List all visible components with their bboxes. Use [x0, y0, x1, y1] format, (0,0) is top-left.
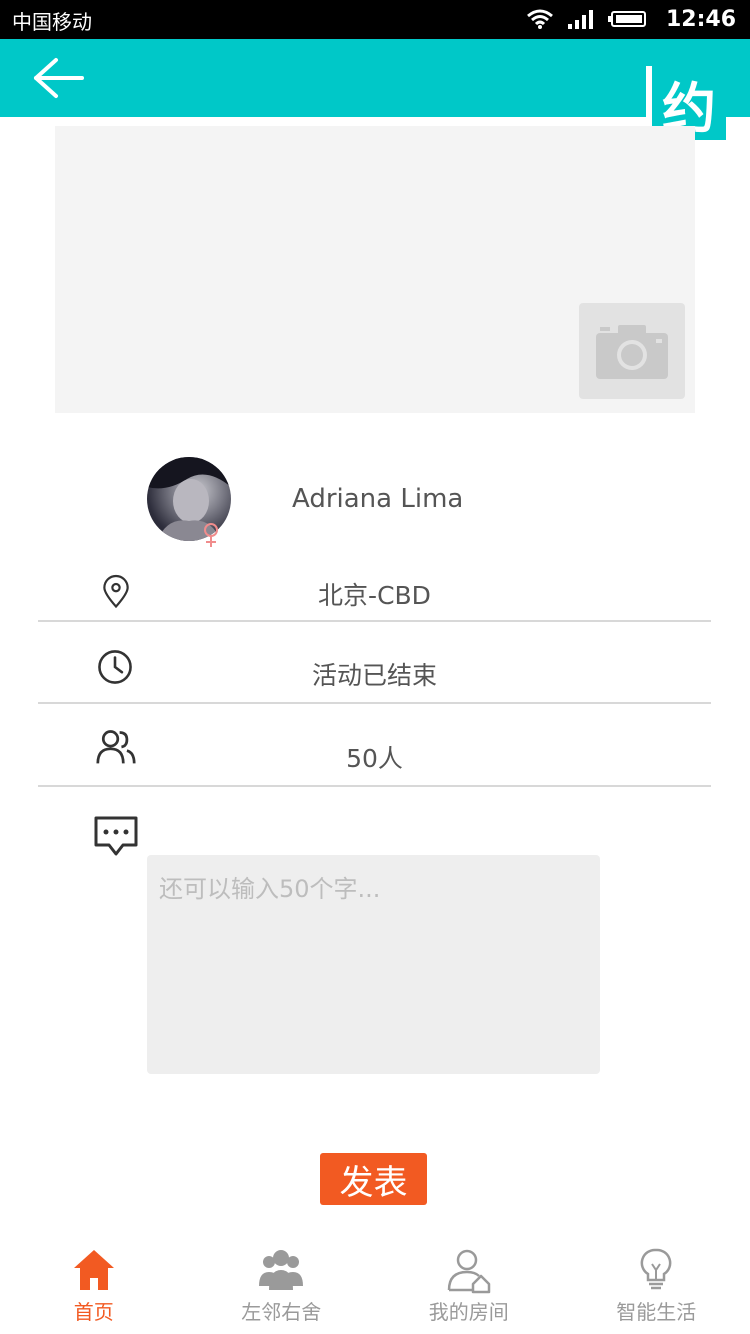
status-indicators: 12:46: [526, 4, 736, 34]
signal-icon: [567, 10, 593, 29]
status-time: 12:46: [665, 6, 736, 32]
smart-life-icon: [640, 1248, 672, 1290]
my-room-icon: [447, 1249, 490, 1294]
nav-item-my-room[interactable]: 我的房间: [375, 1240, 563, 1334]
nav-item-home[interactable]: 首页: [0, 1240, 188, 1334]
bottom-nav: 首页 左邻右舍 我的房间 智能生活: [0, 1240, 750, 1334]
status-bar: 中国移动 12:46: [0, 0, 750, 39]
home-icon: [73, 1250, 114, 1290]
wifi-icon: [527, 9, 553, 29]
battery-icon: [607, 11, 646, 27]
nav-label-neighbors: 左邻右舍: [241, 1300, 322, 1324]
user-name: Adriana Lima: [292, 484, 464, 514]
photo-upload-area[interactable]: [55, 126, 695, 413]
nav-label-home: 首页: [73, 1300, 114, 1324]
header-bar: [0, 39, 750, 117]
carrier-name: 中国移动: [12, 10, 92, 34]
status-text: 活动已结束: [311, 661, 437, 690]
status-row: 活动已结束: [38, 622, 711, 704]
nav-label-smart-life: 智能生活: [616, 1300, 697, 1324]
people-row: 50人: [38, 705, 711, 787]
comment-icon: [94, 816, 138, 856]
camera-icon: [596, 325, 668, 379]
back-button[interactable]: [30, 56, 86, 100]
nav-item-smart-life[interactable]: 智能生活: [563, 1240, 750, 1334]
publish-button[interactable]: 发表: [320, 1153, 427, 1205]
location-text: 北京-CBD: [318, 581, 431, 610]
people-count: 50人: [346, 744, 403, 773]
back-arrow-icon: [34, 58, 84, 98]
comment-input[interactable]: [147, 855, 600, 1074]
camera-button[interactable]: [579, 303, 685, 399]
neighbors-icon: [259, 1250, 304, 1290]
location-row: 北京-CBD: [38, 540, 711, 622]
nav-item-neighbors[interactable]: 左邻右舍: [188, 1240, 376, 1334]
nav-label-my-room: 我的房间: [428, 1300, 509, 1324]
